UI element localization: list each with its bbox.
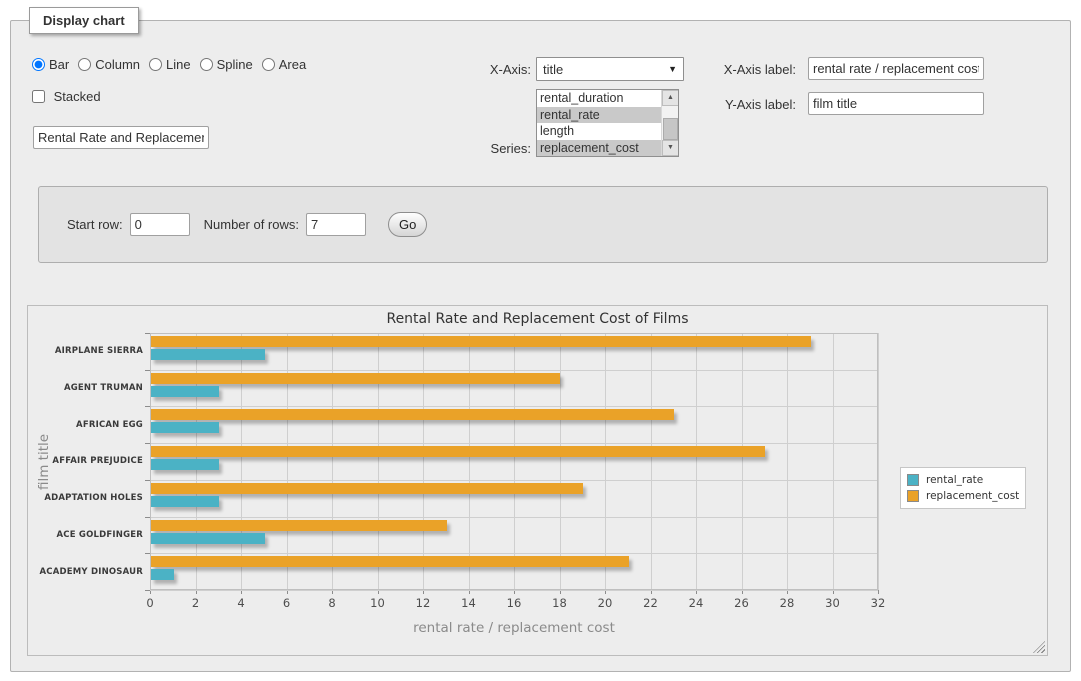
chart-type-radio-area[interactable] xyxy=(262,58,275,71)
chart-type-option-column[interactable]: Column xyxy=(78,57,140,72)
legend-entry: rental_rate xyxy=(907,472,1019,488)
chart-title-input[interactable] xyxy=(33,126,209,149)
chart-y-axis-label: film title xyxy=(36,433,52,489)
x-tick-label: 6 xyxy=(267,596,307,610)
chart-x-axis-label: rental rate / replacement cost xyxy=(150,620,878,636)
category-label: AIRPLANE SIERRA xyxy=(28,333,143,370)
x-tick-label: 30 xyxy=(813,596,853,610)
chevron-down-icon: ▼ xyxy=(668,64,677,74)
x-tick-label: 28 xyxy=(767,596,807,610)
chart-type-option-spline[interactable]: Spline xyxy=(200,57,253,72)
num-rows-input[interactable] xyxy=(306,213,366,236)
x-tick-label: 18 xyxy=(540,596,580,610)
x-axis-label-label: X-Axis label: xyxy=(716,62,796,77)
x-axis-select-label: X-Axis: xyxy=(451,62,531,77)
start-row-label: Start row: xyxy=(67,217,123,232)
series-listbox[interactable]: rental_durationrental_ratelengthreplacem… xyxy=(536,89,679,157)
chart-type-option-area[interactable]: Area xyxy=(262,57,306,72)
category-label: ACADEMY DINOSAUR xyxy=(28,553,143,590)
legend-label: replacement_cost xyxy=(926,490,1019,502)
x-tick-label: 12 xyxy=(403,596,443,610)
stacked-checkbox[interactable] xyxy=(32,90,45,103)
num-rows-label: Number of rows: xyxy=(204,217,299,232)
chart-type-radio-bar[interactable] xyxy=(32,58,45,71)
stacked-option[interactable]: Stacked xyxy=(32,87,101,107)
legend-entry: replacement_cost xyxy=(907,488,1019,504)
series-listbox-options: rental_durationrental_ratelengthreplacem… xyxy=(537,90,661,156)
chart-type-group: Bar Column Line Spline Area xyxy=(32,55,315,75)
scroll-up-icon[interactable]: ▲ xyxy=(662,90,679,106)
x-tick-label: 22 xyxy=(631,596,671,610)
legend-label: rental_rate xyxy=(926,474,983,486)
scrollbar-thumb[interactable] xyxy=(663,118,678,140)
chart-type-option-bar[interactable]: Bar xyxy=(32,57,69,72)
x-tick-label: 8 xyxy=(312,596,352,610)
x-axis-select-value: title xyxy=(543,62,668,77)
stacked-label: Stacked xyxy=(54,89,101,104)
fieldset-legend: Display chart xyxy=(29,7,139,34)
resize-grip-icon[interactable] xyxy=(1033,641,1045,653)
series-select-label: Series: xyxy=(451,141,531,156)
series-option-rental_rate[interactable]: rental_rate xyxy=(537,107,661,124)
y-tickmark xyxy=(145,590,150,591)
category-label: AGENT TRUMAN xyxy=(28,370,143,407)
x-tick-label: 4 xyxy=(221,596,261,610)
series-scrollbar[interactable]: ▲ ▼ xyxy=(661,90,678,156)
series-option-replacement_cost[interactable]: replacement_cost xyxy=(537,140,661,157)
x-tick-label: 24 xyxy=(676,596,716,610)
x-tick-label: 2 xyxy=(176,596,216,610)
scroll-down-icon[interactable]: ▼ xyxy=(662,140,679,156)
x-tick-label: 14 xyxy=(449,596,489,610)
x-tick-label: 10 xyxy=(358,596,398,610)
y-axis-label-label: Y-Axis label: xyxy=(716,97,796,112)
start-row-input[interactable] xyxy=(130,213,190,236)
chart-type-radio-line[interactable] xyxy=(149,58,162,71)
x-axis-select[interactable]: title ▼ xyxy=(536,57,684,81)
chart-title: Rental Rate and Replacement Cost of Film… xyxy=(28,311,1047,327)
chart-type-option-line[interactable]: Line xyxy=(149,57,191,72)
go-button[interactable]: Go xyxy=(388,212,427,237)
series-option-length[interactable]: length xyxy=(537,123,661,140)
x-tick-label: 32 xyxy=(858,596,898,610)
chart-legend: rental_rate replacement_cost xyxy=(900,467,1026,509)
rows-panel: Start row: Number of rows: Go xyxy=(38,186,1048,263)
chart-type-radio-spline[interactable] xyxy=(200,58,213,71)
category-label: ACE GOLDFINGER xyxy=(28,517,143,554)
legend-swatch-replacement_cost xyxy=(907,490,919,502)
plot-border xyxy=(150,333,878,590)
gridline-v xyxy=(878,333,879,590)
display-chart-fieldset: Display chart BarColumnLineSplineArea St… xyxy=(10,20,1071,672)
y-axis-label-input[interactable] xyxy=(808,92,984,115)
x-tick-label: 20 xyxy=(585,596,625,610)
gridline-h xyxy=(150,590,878,591)
chart-type-radio-column[interactable] xyxy=(78,58,91,71)
x-tick-label: 26 xyxy=(722,596,762,610)
x-tick-label: 16 xyxy=(494,596,534,610)
series-option-rental_duration[interactable]: rental_duration xyxy=(537,90,661,107)
x-axis-label-input[interactable] xyxy=(808,57,984,80)
legend-swatch-rental_rate xyxy=(907,474,919,486)
x-tick-label: 0 xyxy=(130,596,170,610)
chart-panel: Rental Rate and Replacement Cost of Film… xyxy=(27,305,1048,656)
x-tickmark xyxy=(878,590,879,594)
